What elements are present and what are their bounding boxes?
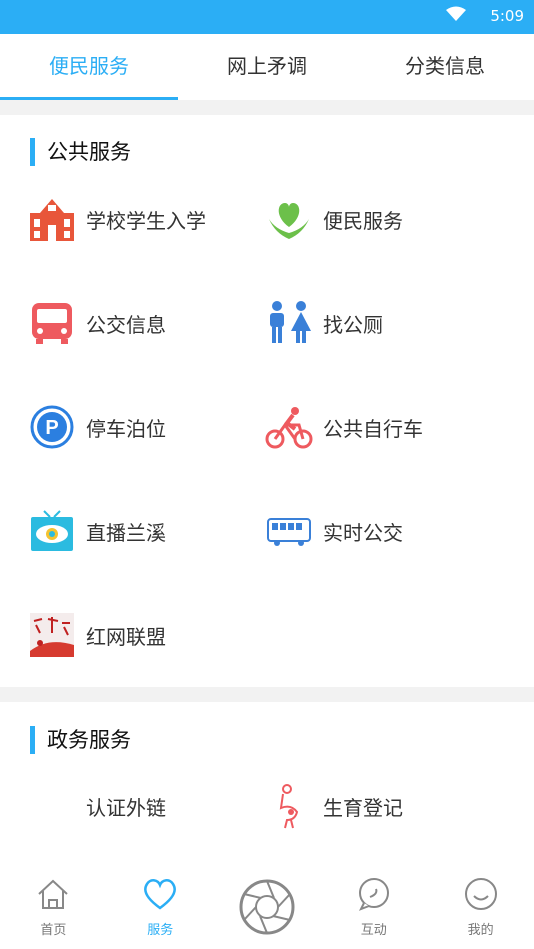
service-label: 认证外链 <box>86 795 166 820</box>
status-bar: 5:09 <box>0 0 534 34</box>
nav-label: 互动 <box>360 923 387 938</box>
nav-camera[interactable] <box>214 862 321 949</box>
gov-services-card: 政务服务 认证外链 生育登记 <box>0 702 534 862</box>
pregnancy-icon <box>265 782 313 830</box>
nav-services[interactable]: 服务 <box>107 862 214 949</box>
service-label: 公共自行车 <box>323 416 423 441</box>
service-realtime-bus[interactable]: 实时公交 <box>265 501 495 561</box>
service-parking[interactable]: P 停车泊位 <box>28 397 258 457</box>
section-title-gov: 政务服务 <box>30 726 131 754</box>
nav-label: 我的 <box>467 923 494 938</box>
wifi-icon <box>446 6 466 26</box>
tab-convenience[interactable]: 便民服务 <box>0 34 178 100</box>
service-label: 便民服务 <box>323 208 403 233</box>
smiley-icon <box>463 876 499 916</box>
nav-label: 服务 <box>147 923 174 938</box>
red-alliance-logo <box>28 611 76 659</box>
top-tabs: 便民服务 网上矛调 分类信息 <box>0 34 534 100</box>
service-birth-registration[interactable]: 生育登记 <box>265 776 495 836</box>
status-time: 5:09 <box>490 7 524 25</box>
service-public-bicycle[interactable]: 公共自行车 <box>265 397 495 457</box>
service-red-alliance[interactable]: 红网联盟 <box>28 605 258 665</box>
chat-bubble-icon <box>356 876 392 916</box>
section-title-public: 公共服务 <box>30 138 131 166</box>
camera-shutter-icon <box>238 878 296 940</box>
service-label: 实时公交 <box>323 520 403 545</box>
service-label: 直播兰溪 <box>86 520 166 545</box>
parking-icon: P <box>28 403 76 451</box>
heart-hands-icon <box>265 195 313 243</box>
service-school-enrollment[interactable]: 学校学生入学 <box>28 189 258 249</box>
restroom-icon <box>265 299 313 347</box>
service-convenience[interactable]: 便民服务 <box>265 189 495 249</box>
home-icon <box>35 876 71 916</box>
cert-link-icon-placeholder <box>28 782 76 830</box>
service-label: 生育登记 <box>323 795 403 820</box>
nav-interaction[interactable]: 互动 <box>320 862 427 949</box>
bicycle-icon <box>265 403 313 451</box>
nav-mine[interactable]: 我的 <box>427 862 534 949</box>
nav-label: 首页 <box>40 923 67 938</box>
school-icon <box>28 195 76 243</box>
service-label: 公交信息 <box>86 312 166 337</box>
nav-home[interactable]: 首页 <box>0 862 107 949</box>
service-find-restroom[interactable]: 找公厕 <box>265 293 495 353</box>
tab-online-mediation[interactable]: 网上矛调 <box>178 34 356 100</box>
heart-icon <box>141 876 179 916</box>
service-bus-info[interactable]: 公交信息 <box>28 293 258 353</box>
bottom-nav: 首页 服务 互动 我的 <box>0 862 534 949</box>
service-label: 红网联盟 <box>86 624 166 649</box>
tab-classified-info[interactable]: 分类信息 <box>356 34 534 100</box>
service-label: 停车泊位 <box>86 416 166 441</box>
realtime-bus-icon <box>265 507 313 555</box>
tv-eye-icon <box>28 507 76 555</box>
service-label: 找公厕 <box>323 312 383 337</box>
service-label: 学校学生入学 <box>86 208 206 233</box>
service-live-lanxi[interactable]: 直播兰溪 <box>28 501 258 561</box>
svg-text:P: P <box>45 417 58 439</box>
public-services-card: 公共服务 学校学生入学 便民服务 公交信息 找公厕 P 停车泊位 公共自行车 直… <box>0 115 534 687</box>
bus-icon <box>28 299 76 347</box>
service-cert-external-link[interactable]: 认证外链 <box>28 776 258 836</box>
